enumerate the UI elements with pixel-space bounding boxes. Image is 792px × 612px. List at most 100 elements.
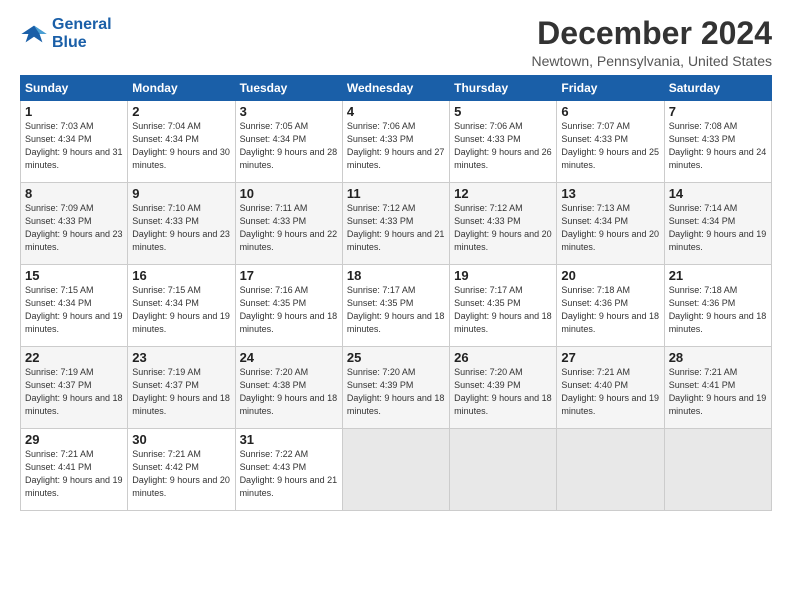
calendar-cell: 4 Sunrise: 7:06 AMSunset: 4:33 PMDayligh… bbox=[342, 101, 449, 183]
day-number: 13 bbox=[561, 186, 659, 201]
calendar-cell: 10 Sunrise: 7:11 AMSunset: 4:33 PMDaylig… bbox=[235, 183, 342, 265]
day-info: Sunrise: 7:15 AMSunset: 4:34 PMDaylight:… bbox=[25, 285, 123, 334]
calendar-cell: 5 Sunrise: 7:06 AMSunset: 4:33 PMDayligh… bbox=[450, 101, 557, 183]
day-info: Sunrise: 7:06 AMSunset: 4:33 PMDaylight:… bbox=[454, 121, 552, 170]
calendar-cell: 21 Sunrise: 7:18 AMSunset: 4:36 PMDaylig… bbox=[664, 265, 771, 347]
calendar-cell: 11 Sunrise: 7:12 AMSunset: 4:33 PMDaylig… bbox=[342, 183, 449, 265]
day-number: 18 bbox=[347, 268, 445, 283]
location: Newtown, Pennsylvania, United States bbox=[532, 53, 772, 69]
day-info: Sunrise: 7:12 AMSunset: 4:33 PMDaylight:… bbox=[454, 203, 552, 252]
day-info: Sunrise: 7:17 AMSunset: 4:35 PMDaylight:… bbox=[454, 285, 552, 334]
calendar-cell: 14 Sunrise: 7:14 AMSunset: 4:34 PMDaylig… bbox=[664, 183, 771, 265]
header: General Blue December 2024 Newtown, Penn… bbox=[20, 16, 772, 69]
day-number: 2 bbox=[132, 104, 230, 119]
month-title: December 2024 bbox=[532, 16, 772, 51]
day-number: 29 bbox=[25, 432, 123, 447]
calendar-cell: 19 Sunrise: 7:17 AMSunset: 4:35 PMDaylig… bbox=[450, 265, 557, 347]
day-number: 19 bbox=[454, 268, 552, 283]
calendar-cell: 23 Sunrise: 7:19 AMSunset: 4:37 PMDaylig… bbox=[128, 347, 235, 429]
calendar-cell: 3 Sunrise: 7:05 AMSunset: 4:34 PMDayligh… bbox=[235, 101, 342, 183]
day-info: Sunrise: 7:20 AMSunset: 4:39 PMDaylight:… bbox=[347, 367, 445, 416]
day-number: 16 bbox=[132, 268, 230, 283]
day-info: Sunrise: 7:15 AMSunset: 4:34 PMDaylight:… bbox=[132, 285, 230, 334]
day-info: Sunrise: 7:06 AMSunset: 4:33 PMDaylight:… bbox=[347, 121, 445, 170]
day-number: 11 bbox=[347, 186, 445, 201]
day-info: Sunrise: 7:04 AMSunset: 4:34 PMDaylight:… bbox=[132, 121, 230, 170]
day-number: 5 bbox=[454, 104, 552, 119]
day-number: 7 bbox=[669, 104, 767, 119]
day-info: Sunrise: 7:19 AMSunset: 4:37 PMDaylight:… bbox=[25, 367, 123, 416]
day-number: 26 bbox=[454, 350, 552, 365]
calendar-week-5: 29 Sunrise: 7:21 AMSunset: 4:41 PMDaylig… bbox=[21, 429, 772, 511]
day-number: 31 bbox=[240, 432, 338, 447]
day-number: 20 bbox=[561, 268, 659, 283]
day-number: 24 bbox=[240, 350, 338, 365]
calendar-week-3: 15 Sunrise: 7:15 AMSunset: 4:34 PMDaylig… bbox=[21, 265, 772, 347]
col-friday: Friday bbox=[557, 76, 664, 101]
day-number: 12 bbox=[454, 186, 552, 201]
day-info: Sunrise: 7:20 AMSunset: 4:38 PMDaylight:… bbox=[240, 367, 338, 416]
day-number: 6 bbox=[561, 104, 659, 119]
calendar-week-4: 22 Sunrise: 7:19 AMSunset: 4:37 PMDaylig… bbox=[21, 347, 772, 429]
calendar-cell: 24 Sunrise: 7:20 AMSunset: 4:38 PMDaylig… bbox=[235, 347, 342, 429]
day-info: Sunrise: 7:05 AMSunset: 4:34 PMDaylight:… bbox=[240, 121, 338, 170]
calendar-week-2: 8 Sunrise: 7:09 AMSunset: 4:33 PMDayligh… bbox=[21, 183, 772, 265]
calendar-cell: 28 Sunrise: 7:21 AMSunset: 4:41 PMDaylig… bbox=[664, 347, 771, 429]
day-number: 1 bbox=[25, 104, 123, 119]
calendar-cell: 13 Sunrise: 7:13 AMSunset: 4:34 PMDaylig… bbox=[557, 183, 664, 265]
day-number: 27 bbox=[561, 350, 659, 365]
calendar-cell: 26 Sunrise: 7:20 AMSunset: 4:39 PMDaylig… bbox=[450, 347, 557, 429]
title-block: December 2024 Newtown, Pennsylvania, Uni… bbox=[532, 16, 772, 69]
logo-text: General Blue bbox=[52, 16, 112, 51]
calendar-cell: 6 Sunrise: 7:07 AMSunset: 4:33 PMDayligh… bbox=[557, 101, 664, 183]
calendar-table: Sunday Monday Tuesday Wednesday Thursday… bbox=[20, 75, 772, 511]
col-monday: Monday bbox=[128, 76, 235, 101]
calendar-cell: 12 Sunrise: 7:12 AMSunset: 4:33 PMDaylig… bbox=[450, 183, 557, 265]
calendar-cell: 25 Sunrise: 7:20 AMSunset: 4:39 PMDaylig… bbox=[342, 347, 449, 429]
day-info: Sunrise: 7:19 AMSunset: 4:37 PMDaylight:… bbox=[132, 367, 230, 416]
calendar-cell: 29 Sunrise: 7:21 AMSunset: 4:41 PMDaylig… bbox=[21, 429, 128, 511]
day-info: Sunrise: 7:18 AMSunset: 4:36 PMDaylight:… bbox=[561, 285, 659, 334]
calendar-cell: 8 Sunrise: 7:09 AMSunset: 4:33 PMDayligh… bbox=[21, 183, 128, 265]
day-number: 23 bbox=[132, 350, 230, 365]
day-info: Sunrise: 7:13 AMSunset: 4:34 PMDaylight:… bbox=[561, 203, 659, 252]
day-info: Sunrise: 7:10 AMSunset: 4:33 PMDaylight:… bbox=[132, 203, 230, 252]
calendar-cell: 22 Sunrise: 7:19 AMSunset: 4:37 PMDaylig… bbox=[21, 347, 128, 429]
calendar-cell: 16 Sunrise: 7:15 AMSunset: 4:34 PMDaylig… bbox=[128, 265, 235, 347]
calendar-cell bbox=[664, 429, 771, 511]
day-info: Sunrise: 7:17 AMSunset: 4:35 PMDaylight:… bbox=[347, 285, 445, 334]
col-thursday: Thursday bbox=[450, 76, 557, 101]
calendar-cell: 20 Sunrise: 7:18 AMSunset: 4:36 PMDaylig… bbox=[557, 265, 664, 347]
day-number: 15 bbox=[25, 268, 123, 283]
day-number: 22 bbox=[25, 350, 123, 365]
day-info: Sunrise: 7:18 AMSunset: 4:36 PMDaylight:… bbox=[669, 285, 767, 334]
calendar-cell: 1 Sunrise: 7:03 AMSunset: 4:34 PMDayligh… bbox=[21, 101, 128, 183]
calendar-cell: 27 Sunrise: 7:21 AMSunset: 4:40 PMDaylig… bbox=[557, 347, 664, 429]
day-info: Sunrise: 7:20 AMSunset: 4:39 PMDaylight:… bbox=[454, 367, 552, 416]
col-sunday: Sunday bbox=[21, 76, 128, 101]
calendar-cell: 2 Sunrise: 7:04 AMSunset: 4:34 PMDayligh… bbox=[128, 101, 235, 183]
col-tuesday: Tuesday bbox=[235, 76, 342, 101]
day-info: Sunrise: 7:21 AMSunset: 4:41 PMDaylight:… bbox=[669, 367, 767, 416]
day-number: 10 bbox=[240, 186, 338, 201]
day-number: 4 bbox=[347, 104, 445, 119]
day-number: 17 bbox=[240, 268, 338, 283]
calendar-cell: 7 Sunrise: 7:08 AMSunset: 4:33 PMDayligh… bbox=[664, 101, 771, 183]
day-number: 25 bbox=[347, 350, 445, 365]
calendar-cell bbox=[450, 429, 557, 511]
day-info: Sunrise: 7:22 AMSunset: 4:43 PMDaylight:… bbox=[240, 449, 338, 498]
col-saturday: Saturday bbox=[664, 76, 771, 101]
day-info: Sunrise: 7:21 AMSunset: 4:42 PMDaylight:… bbox=[132, 449, 230, 498]
day-number: 3 bbox=[240, 104, 338, 119]
day-number: 21 bbox=[669, 268, 767, 283]
calendar-cell: 30 Sunrise: 7:21 AMSunset: 4:42 PMDaylig… bbox=[128, 429, 235, 511]
calendar-page: General Blue December 2024 Newtown, Penn… bbox=[0, 0, 792, 612]
day-info: Sunrise: 7:11 AMSunset: 4:33 PMDaylight:… bbox=[240, 203, 338, 252]
day-number: 30 bbox=[132, 432, 230, 447]
day-info: Sunrise: 7:08 AMSunset: 4:33 PMDaylight:… bbox=[669, 121, 767, 170]
day-info: Sunrise: 7:21 AMSunset: 4:41 PMDaylight:… bbox=[25, 449, 123, 498]
calendar-cell: 17 Sunrise: 7:16 AMSunset: 4:35 PMDaylig… bbox=[235, 265, 342, 347]
day-info: Sunrise: 7:14 AMSunset: 4:34 PMDaylight:… bbox=[669, 203, 767, 252]
logo: General Blue bbox=[20, 16, 112, 51]
day-info: Sunrise: 7:21 AMSunset: 4:40 PMDaylight:… bbox=[561, 367, 659, 416]
